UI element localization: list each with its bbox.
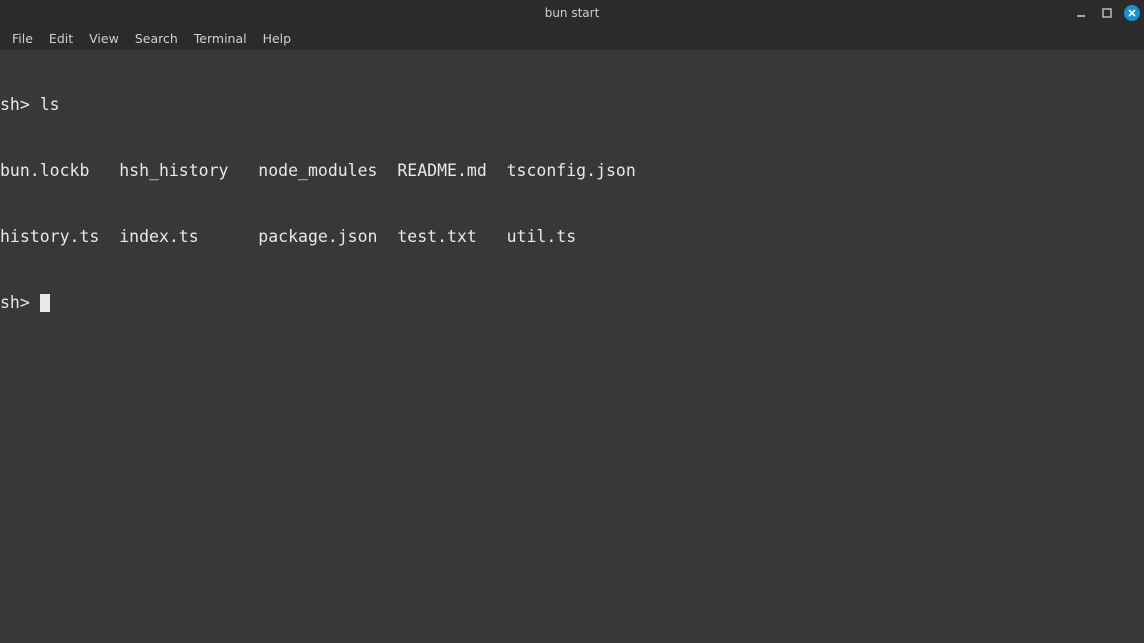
terminal-prompt-line: sh> <box>0 292 1144 314</box>
menubar: File Edit View Search Terminal Help <box>0 26 1144 50</box>
menu-edit[interactable]: Edit <box>41 28 81 49</box>
titlebar: bun start <box>0 0 1144 26</box>
menu-terminal[interactable]: Terminal <box>186 28 255 49</box>
terminal-line: history.ts index.ts package.json test.tx… <box>0 226 1144 248</box>
close-icon[interactable] <box>1124 5 1140 21</box>
terminal-prompt: sh> <box>0 292 40 314</box>
terminal-line: bun.lockb hsh_history node_modules READM… <box>0 160 1144 182</box>
menu-file[interactable]: File <box>4 28 41 49</box>
terminal-body[interactable]: sh> ls bun.lockb hsh_history node_module… <box>0 50 1144 336</box>
menu-help[interactable]: Help <box>255 28 300 49</box>
cursor-icon <box>40 294 50 312</box>
window-controls <box>1072 0 1140 26</box>
menu-view[interactable]: View <box>81 28 127 49</box>
terminal-line: sh> ls <box>0 94 1144 116</box>
minimize-icon[interactable] <box>1072 4 1090 22</box>
menu-search[interactable]: Search <box>127 28 186 49</box>
maximize-icon[interactable] <box>1098 4 1116 22</box>
window-title: bun start <box>545 6 600 20</box>
